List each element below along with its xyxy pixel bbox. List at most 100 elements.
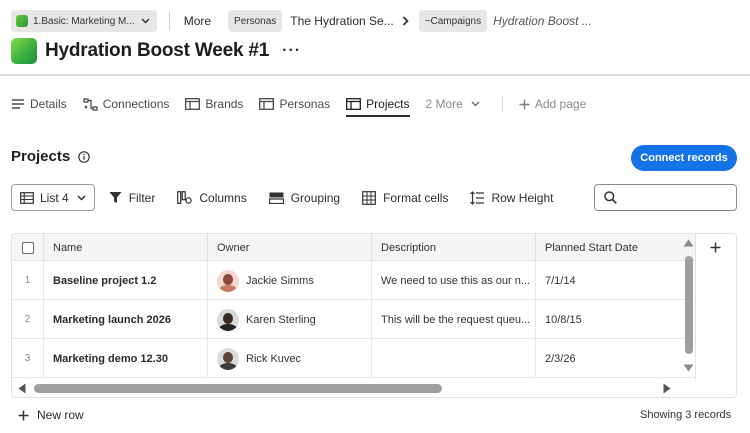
filter-button[interactable]: Filter bbox=[109, 190, 156, 205]
table-row[interactable]: 3 Marketing demo 12.30 Rick Kuvec 2/3/26 bbox=[12, 339, 695, 378]
tab-projects[interactable]: Projects bbox=[346, 93, 410, 117]
add-column-area bbox=[695, 234, 736, 379]
cell-owner[interactable]: Rick Kuvec bbox=[208, 339, 372, 378]
grouping-button[interactable]: Grouping bbox=[268, 190, 341, 205]
grouping-label: Grouping bbox=[290, 190, 341, 205]
scroll-right-icon bbox=[663, 383, 671, 394]
column-header-planned-start-date[interactable]: Planned Start Date bbox=[536, 234, 695, 261]
add-page-button[interactable]: Add page bbox=[519, 93, 586, 115]
info-icon[interactable] bbox=[78, 150, 91, 163]
horizontal-scroll-thumb[interactable] bbox=[34, 384, 442, 393]
connections-icon bbox=[83, 97, 98, 111]
more-actions-icon[interactable]: ··· bbox=[282, 43, 301, 59]
workspace-selector[interactable]: 1.Basic: Marketing M... bbox=[11, 10, 157, 32]
chevron-down-icon bbox=[471, 101, 480, 107]
cell-owner[interactable]: Karen Sterling bbox=[208, 300, 372, 339]
tab-brands[interactable]: Brands bbox=[185, 93, 243, 115]
tab-more-dropdown[interactable]: 2 More bbox=[426, 93, 480, 115]
avatar bbox=[217, 269, 239, 292]
cell-name[interactable]: Baseline project 1.2 bbox=[44, 261, 208, 300]
view-label: List 4 bbox=[40, 190, 69, 205]
title-row: Hydration Boost Week #1 ··· bbox=[11, 37, 301, 65]
vertical-scroll-thumb[interactable] bbox=[685, 256, 693, 354]
format-cells-button[interactable]: Format cells bbox=[362, 191, 448, 205]
format-cells-label: Format cells bbox=[383, 190, 449, 205]
table-row[interactable]: 1 Baseline project 1.2 Jackie Simms We n… bbox=[12, 261, 695, 300]
tab-label: Projects bbox=[366, 97, 410, 111]
list-view-icon bbox=[20, 191, 34, 204]
plus-icon bbox=[519, 99, 530, 109]
row-height-button[interactable]: Row Height bbox=[470, 191, 553, 205]
columns-button[interactable]: Columns bbox=[177, 191, 247, 205]
horizontal-scrollbar[interactable] bbox=[12, 379, 695, 397]
tab-label: Details bbox=[30, 97, 67, 111]
view-selector[interactable]: List 4 bbox=[11, 184, 95, 211]
record-count: Showing 3 records bbox=[640, 409, 732, 421]
tab-label: 2 More bbox=[425, 97, 463, 111]
connect-records-button[interactable]: Connect records bbox=[631, 145, 737, 171]
page-tabs: Details Connections Brands Personas Proj… bbox=[11, 93, 602, 117]
new-row-button[interactable]: New row bbox=[18, 408, 84, 422]
new-row-label: New row bbox=[37, 408, 84, 422]
format-cells-icon bbox=[362, 190, 376, 205]
cell-description[interactable]: We need to use this as our n... bbox=[372, 261, 536, 300]
column-header-name[interactable]: Name bbox=[44, 234, 208, 261]
row-height-label: Row Height bbox=[491, 190, 554, 205]
owner-name: Rick Kuvec bbox=[246, 352, 302, 365]
projects-table: Name Owner Description Planned Start Dat… bbox=[11, 233, 737, 398]
tab-label: Brands bbox=[205, 97, 244, 111]
breadcrumb-divider bbox=[168, 12, 170, 30]
owner-name: Jackie Simms bbox=[246, 274, 314, 287]
cell-description[interactable]: This will be the request queu... bbox=[372, 300, 536, 339]
campaigns-tag: ~Campaigns bbox=[418, 10, 488, 32]
add-page-label: Add page bbox=[534, 97, 587, 111]
cell-name[interactable]: Marketing demo 12.30 bbox=[44, 339, 208, 378]
column-header-description[interactable]: Description bbox=[372, 234, 536, 261]
workspace-label: 1.Basic: Marketing M... bbox=[33, 15, 135, 27]
cell-planned-start-date[interactable]: 2/3/26 bbox=[536, 339, 695, 378]
personas-tag: Personas bbox=[228, 10, 283, 32]
add-column-icon[interactable] bbox=[710, 239, 721, 256]
breadcrumb-persona-link[interactable]: The Hydration Se... bbox=[290, 14, 393, 28]
breadcrumb: 1.Basic: Marketing M... More Personas Th… bbox=[11, 10, 592, 32]
cell-name[interactable]: Marketing launch 2026 bbox=[44, 300, 208, 339]
owner-name: Karen Sterling bbox=[246, 313, 316, 326]
breadcrumb-more[interactable]: More bbox=[184, 14, 211, 28]
details-icon bbox=[12, 99, 24, 109]
table-icon bbox=[259, 98, 275, 110]
filter-icon bbox=[109, 192, 122, 203]
table-header: Name Owner Description Planned Start Dat… bbox=[12, 234, 695, 261]
table-icon bbox=[346, 98, 362, 110]
plus-icon bbox=[18, 410, 29, 420]
breadcrumb-current: Hydration Boost ... bbox=[493, 14, 592, 28]
filter-label: Filter bbox=[128, 190, 156, 205]
section-title: Projects bbox=[11, 148, 71, 165]
avatar bbox=[217, 347, 239, 370]
search-box[interactable] bbox=[594, 184, 737, 211]
tab-label: Connections bbox=[102, 97, 170, 111]
table-icon bbox=[185, 98, 201, 110]
header-divider bbox=[0, 74, 750, 76]
cell-description[interactable] bbox=[372, 339, 536, 378]
tab-connections[interactable]: Connections bbox=[83, 93, 170, 115]
search-input[interactable] bbox=[623, 190, 733, 205]
table-toolbar: List 4 Filter Columns Grouping Format ce… bbox=[11, 184, 575, 211]
section-header: Projects bbox=[11, 148, 91, 165]
search-icon bbox=[604, 191, 617, 204]
tab-divider bbox=[501, 96, 503, 112]
cell-owner[interactable]: Jackie Simms bbox=[208, 261, 372, 300]
chevron-right-icon bbox=[402, 16, 409, 26]
select-all-checkbox[interactable] bbox=[21, 241, 34, 254]
tab-details[interactable]: Details bbox=[11, 93, 67, 115]
row-height-icon bbox=[470, 190, 485, 205]
row-number: 3 bbox=[12, 339, 44, 378]
tab-personas[interactable]: Personas bbox=[259, 93, 330, 115]
table-row[interactable]: 2 Marketing launch 2026 Karen Sterling T… bbox=[12, 300, 695, 339]
cell-planned-start-date[interactable]: 7/1/14 bbox=[536, 261, 695, 300]
page-title: Hydration Boost Week #1 bbox=[45, 40, 270, 61]
column-header-owner[interactable]: Owner bbox=[208, 234, 372, 261]
cell-planned-start-date[interactable]: 10/8/15 bbox=[536, 300, 695, 339]
grouping-icon bbox=[268, 192, 284, 204]
columns-icon bbox=[177, 191, 193, 204]
vertical-scrollbar[interactable] bbox=[682, 234, 695, 379]
